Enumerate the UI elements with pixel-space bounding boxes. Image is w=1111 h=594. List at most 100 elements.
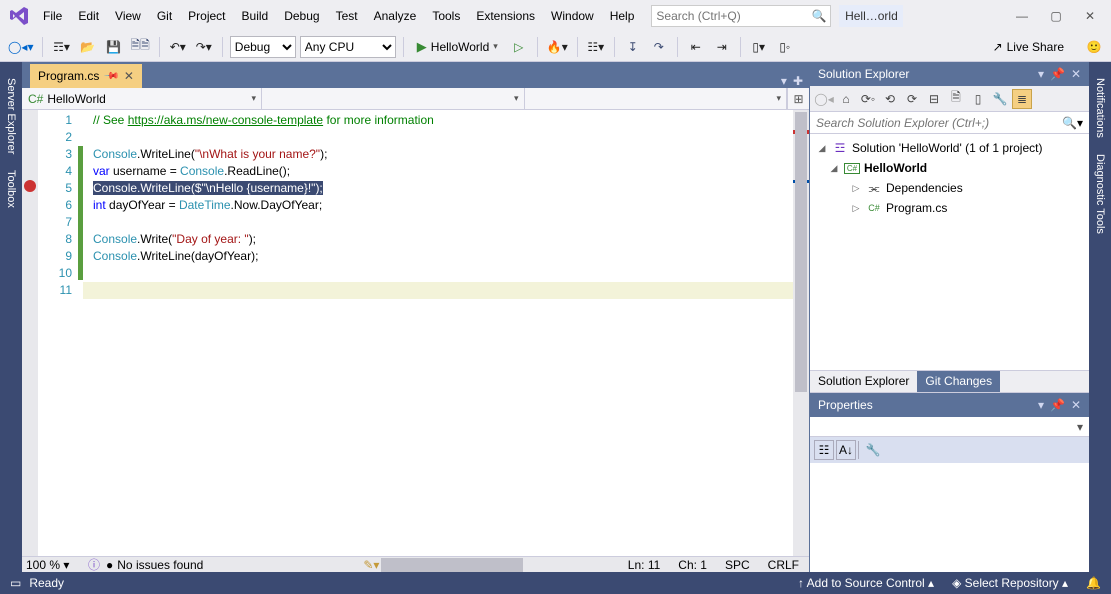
info-icon[interactable]: ⓘ [88, 556, 100, 572]
home-icon[interactable]: ⌂ [836, 89, 856, 109]
project-name-badge[interactable]: Hell…orld [839, 5, 903, 27]
nav-scope-project[interactable]: C# HelloWorld [22, 88, 262, 109]
view-switcher-icon[interactable]: ≣ [1012, 89, 1032, 109]
issues-status[interactable]: No issues found [117, 558, 203, 572]
feedback-icon[interactable]: 🙂 [1083, 36, 1105, 58]
autohide-icon[interactable]: 📌 [1050, 67, 1065, 81]
split-editor-icon[interactable]: ⊞ [787, 88, 809, 109]
menu-file[interactable]: File [36, 5, 69, 27]
menu-view[interactable]: View [108, 5, 148, 27]
nav-back-icon[interactable]: ◯◂▾ [6, 36, 35, 58]
property-grid[interactable] [810, 463, 1089, 572]
window-maximize-icon[interactable]: ▢ [1039, 0, 1073, 32]
property-object-select[interactable]: ▾ [810, 417, 1089, 437]
pending-changes-icon[interactable]: ⟲ [880, 89, 900, 109]
undo-icon[interactable]: ↶▾ [167, 36, 189, 58]
breakpoint-icon[interactable] [24, 180, 36, 192]
menu-test[interactable]: Test [329, 5, 365, 27]
window-minimize-icon[interactable]: ― [1005, 0, 1039, 32]
output-window-icon[interactable]: ▭ [10, 576, 21, 590]
hot-reload-icon[interactable]: 🔥▾ [545, 36, 570, 58]
diagnostic-tools-tab[interactable]: Diagnostic Tools [1092, 146, 1108, 242]
sync-view-icon[interactable]: ⟳◦ [858, 89, 878, 109]
menu-git[interactable]: Git [150, 5, 179, 27]
indent-icon[interactable]: ⇥ [711, 36, 733, 58]
open-file-icon[interactable]: 📂 [76, 36, 98, 58]
start-debugging-button[interactable]: ▶ HelloWorld ▾ [411, 36, 504, 58]
save-icon[interactable]: 💾 [102, 36, 124, 58]
close-tab-icon[interactable]: ✕ [124, 69, 134, 83]
menu-analyze[interactable]: Analyze [367, 5, 424, 27]
notifications-bell-icon[interactable]: 🔔 [1086, 576, 1101, 590]
outdent-icon[interactable]: ⇤ [685, 36, 707, 58]
code-editor[interactable]: // See https://aka.ms/new-console-templa… [83, 110, 793, 556]
start-without-debug-icon[interactable]: ▷ [508, 36, 530, 58]
nav-scope-type[interactable] [262, 88, 525, 109]
preview-selected-icon[interactable]: ▯ [968, 89, 988, 109]
menu-debug[interactable]: Debug [277, 5, 326, 27]
refresh-icon[interactable]: ⟳ [902, 89, 922, 109]
file-tab-program[interactable]: Program.cs 📌 ✕ [30, 64, 142, 88]
save-all-icon[interactable]: 🗎🗎 [128, 36, 151, 58]
menu-window[interactable]: Window [544, 5, 601, 27]
edit-icon[interactable]: ✎▾ [363, 558, 379, 572]
toolbox-tab[interactable]: Toolbox [3, 162, 19, 216]
browse-icon[interactable]: ☷▾ [585, 36, 607, 58]
solution-platform-select[interactable]: Any CPU [300, 36, 396, 58]
indent-mode[interactable]: SPC [725, 558, 750, 572]
solution-node[interactable]: ◢ ☲ Solution 'HelloWorld' (1 of 1 projec… [810, 138, 1089, 158]
solution-explorer-header[interactable]: Solution Explorer ▾ 📌 ✕ [810, 62, 1089, 86]
notifications-tab[interactable]: Notifications [1092, 70, 1108, 146]
show-all-files-icon[interactable]: 🗎 [946, 89, 966, 109]
properties-icon[interactable]: 🔧 [990, 89, 1010, 109]
project-node[interactable]: ◢ C# HelloWorld [810, 158, 1089, 178]
tab-solution-explorer[interactable]: Solution Explorer [810, 371, 917, 392]
autohide-icon[interactable]: 📌 [1050, 398, 1065, 412]
step-into-icon[interactable]: ↧ [622, 36, 644, 58]
solution-config-select[interactable]: Debug [230, 36, 296, 58]
properties-header[interactable]: Properties ▾ 📌 ✕ [810, 393, 1089, 417]
window-menu-icon[interactable]: ▾ [1038, 398, 1044, 412]
live-share-button[interactable]: ↗ Live Share [993, 40, 1064, 54]
tab-git-changes[interactable]: Git Changes [917, 371, 1000, 392]
redo-icon[interactable]: ↷▾ [193, 36, 215, 58]
zoom-level[interactable]: 100 % ▾ [22, 558, 82, 572]
horizontal-scrollbar[interactable] [381, 558, 625, 572]
solution-explorer-search[interactable]: 🔍▾ [810, 112, 1089, 134]
expand-icon[interactable]: ▷ [850, 203, 862, 214]
global-search[interactable]: 🔍 [651, 5, 831, 27]
expand-icon[interactable]: ◢ [828, 163, 840, 174]
file-node-program[interactable]: ▷ C# Program.cs [810, 198, 1089, 218]
pin-icon[interactable]: 📌 [103, 68, 120, 85]
alphabetical-icon[interactable]: A↓ [836, 440, 856, 460]
window-menu-icon[interactable]: ▾ [1038, 67, 1044, 81]
add-to-source-control[interactable]: ↑ Add to Source Control ▴ [798, 576, 934, 590]
nav-scope-member[interactable] [525, 88, 788, 109]
expand-icon[interactable]: ▷ [850, 183, 862, 194]
window-float-icon[interactable]: ✚ [793, 74, 803, 88]
menu-project[interactable]: Project [181, 5, 232, 27]
new-project-icon[interactable]: ☶▾ [50, 36, 72, 58]
select-repository[interactable]: ◈ Select Repository ▴ [952, 576, 1068, 590]
window-close-icon[interactable]: ✕ [1073, 0, 1107, 32]
se-search-input[interactable] [816, 116, 1062, 130]
menu-build[interactable]: Build [235, 5, 276, 27]
menu-extensions[interactable]: Extensions [469, 5, 542, 27]
categorized-icon[interactable]: ☷ [814, 440, 834, 460]
collapse-all-icon[interactable]: ⊟ [924, 89, 944, 109]
expand-icon[interactable]: ◢ [816, 143, 828, 154]
active-files-dropdown-icon[interactable]: ▾ [781, 74, 787, 88]
line-ending[interactable]: CRLF [768, 558, 799, 572]
panel-close-icon[interactable]: ✕ [1071, 398, 1081, 412]
back-icon[interactable]: ◯◂ [814, 89, 834, 109]
comment-icon[interactable]: ▯▾ [748, 36, 770, 58]
dependencies-node[interactable]: ▷ ⫘ Dependencies [810, 178, 1089, 198]
uncomment-icon[interactable]: ▯◦ [774, 36, 796, 58]
property-pages-icon[interactable]: 🔧 [863, 440, 883, 460]
search-input[interactable] [656, 9, 811, 23]
menu-help[interactable]: Help [603, 5, 642, 27]
menu-edit[interactable]: Edit [71, 5, 106, 27]
breakpoint-margin[interactable] [22, 110, 38, 556]
step-over-icon[interactable]: ↷ [648, 36, 670, 58]
server-explorer-tab[interactable]: Server Explorer [3, 70, 19, 162]
